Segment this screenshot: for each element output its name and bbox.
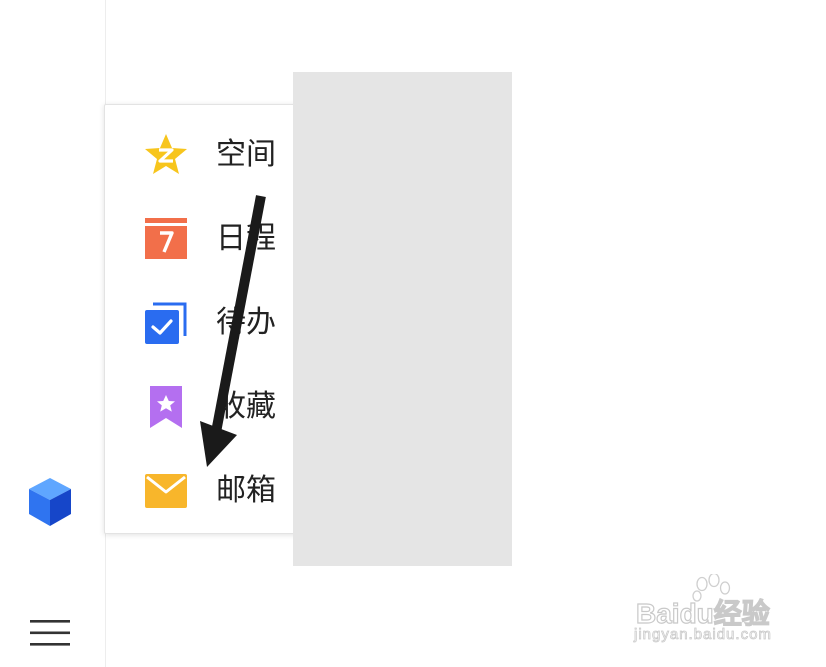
calendar-icon xyxy=(143,216,189,262)
mail-icon xyxy=(143,468,189,514)
menu-item-schedule[interactable]: 日程 xyxy=(105,195,301,279)
qzone-star-icon xyxy=(143,132,189,178)
favorite-bookmark-icon xyxy=(143,384,189,430)
menu-item-label: 空间 xyxy=(216,137,276,172)
hamburger-menu-icon[interactable] xyxy=(28,617,72,649)
menu-item-label: 待办（ xyxy=(216,305,302,340)
todo-check-icon xyxy=(143,300,189,346)
screen: 空间 日程 待办（ 收藏 邮箱（ Baidu经验 jingyan.baidu.c… xyxy=(0,0,826,667)
more-menu-popup: 空间 日程 待办（ 收藏 邮箱（ xyxy=(104,104,302,534)
left-sidebar xyxy=(0,0,106,667)
menu-item-mail[interactable]: 邮箱（ xyxy=(105,447,301,531)
menu-item-label: 日程 xyxy=(216,221,276,256)
menu-item-qzone[interactable]: 空间 xyxy=(105,111,301,195)
watermark-url: jingyan.baidu.com xyxy=(634,626,772,644)
menu-item-label: 邮箱（ xyxy=(216,473,302,508)
menu-item-label: 收藏 xyxy=(216,389,276,424)
redacted-area xyxy=(293,72,512,566)
menu-item-todo[interactable]: 待办（ xyxy=(105,279,301,363)
blue-cube-icon[interactable] xyxy=(26,476,74,528)
baidu-jingyan-watermark: Baidu经验 jingyan.baidu.com xyxy=(630,574,800,654)
menu-item-favorites[interactable]: 收藏 xyxy=(105,363,301,447)
